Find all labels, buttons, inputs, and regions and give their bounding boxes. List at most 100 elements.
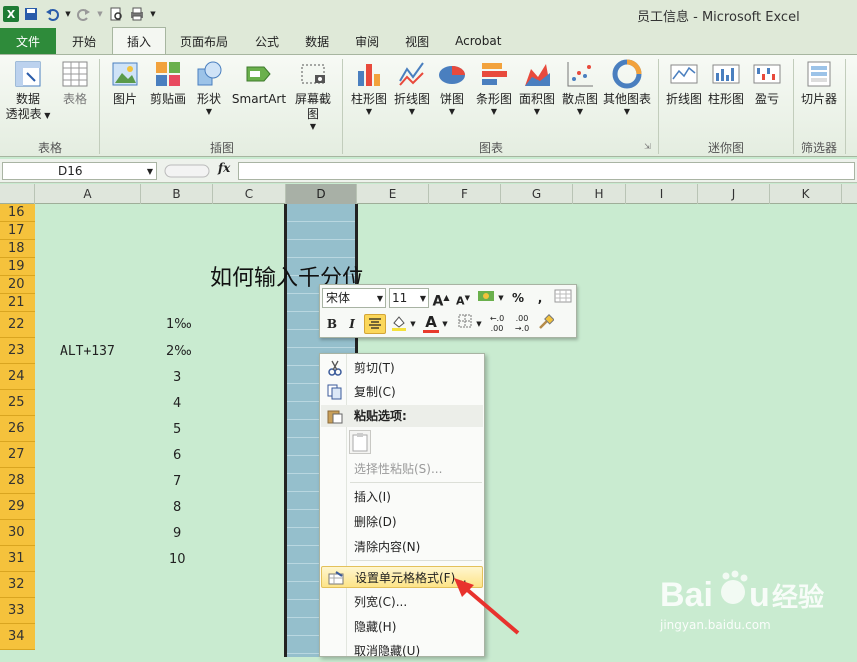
- formula-input[interactable]: [238, 162, 855, 180]
- row-header[interactable]: 33: [0, 598, 35, 624]
- row-header[interactable]: 18: [0, 240, 35, 258]
- cell-b22[interactable]: 1‰: [166, 317, 192, 332]
- picture-button[interactable]: 图片: [108, 59, 142, 107]
- chevron-down-icon[interactable]: ▼: [409, 314, 417, 334]
- column-header-c[interactable]: C: [213, 184, 286, 204]
- pie-chart-button[interactable]: 饼图 ▼: [436, 59, 468, 117]
- name-box[interactable]: D16 ▼: [2, 162, 157, 180]
- slicer-button[interactable]: 切片器: [799, 59, 839, 107]
- table-button[interactable]: 表格: [57, 59, 93, 107]
- row-header[interactable]: 25: [0, 390, 35, 416]
- pivot-table-button[interactable]: 数据 透视表 ▼: [4, 59, 52, 122]
- center-align-button[interactable]: [364, 314, 386, 334]
- tab-formulas[interactable]: 公式: [242, 28, 292, 54]
- tab-view[interactable]: 视图: [392, 28, 442, 54]
- screenshot-button[interactable]: 屏幕截图 ▼: [290, 59, 336, 132]
- column-header-a[interactable]: A: [35, 184, 141, 204]
- percent-style-button[interactable]: %: [510, 288, 526, 308]
- chevron-down-icon[interactable]: ▼: [441, 314, 449, 334]
- undo-dropdown-icon[interactable]: ▼: [64, 5, 72, 23]
- redo-dropdown-icon[interactable]: ▼: [96, 5, 104, 23]
- borders-button[interactable]: [455, 314, 475, 334]
- scatter-chart-button[interactable]: 散点图 ▼: [559, 59, 601, 117]
- row-header[interactable]: 23: [0, 338, 35, 364]
- row-header[interactable]: 19: [0, 258, 35, 276]
- font-color-button[interactable]: A: [421, 312, 441, 333]
- column-header-g[interactable]: G: [501, 184, 573, 204]
- print-icon[interactable]: [128, 5, 146, 23]
- bar-chart-button[interactable]: 条形图 ▼: [473, 59, 515, 117]
- increase-decimal-button[interactable]: ←.0.00: [486, 314, 508, 334]
- sparkline-column-button[interactable]: 柱形图: [706, 59, 746, 107]
- line-chart-button[interactable]: 折线图 ▼: [391, 59, 433, 117]
- row-header[interactable]: 21: [0, 294, 35, 312]
- column-header-h[interactable]: H: [573, 184, 626, 204]
- bold-button[interactable]: B: [323, 314, 341, 334]
- menu-item-clear-contents[interactable]: 清除内容(N): [321, 536, 483, 558]
- clip-art-button[interactable]: 剪贴画: [147, 59, 189, 107]
- cell-b26[interactable]: 5: [173, 422, 181, 437]
- row-header[interactable]: 26: [0, 416, 35, 442]
- column-header-k[interactable]: K: [770, 184, 842, 204]
- comma-style-button[interactable]: ,: [533, 288, 547, 308]
- column-header-e[interactable]: E: [357, 184, 429, 204]
- column-header-d[interactable]: D: [286, 184, 357, 204]
- sparkline-line-button[interactable]: 折线图: [664, 59, 704, 107]
- shrink-font-button[interactable]: A▼: [454, 288, 472, 308]
- column-chart-button[interactable]: 柱形图 ▼: [348, 59, 390, 117]
- insert-function-icon[interactable]: fx: [218, 161, 230, 175]
- row-header[interactable]: 30: [0, 520, 35, 546]
- other-charts-button[interactable]: 其他图表 ▼: [601, 59, 653, 117]
- tab-data[interactable]: 数据: [292, 28, 342, 54]
- cell-b25[interactable]: 4: [173, 396, 181, 411]
- charts-dialog-launcher-icon[interactable]: ⇲: [644, 139, 651, 154]
- decrease-decimal-button[interactable]: .00 →.0: [511, 314, 533, 334]
- smartart-button[interactable]: SmartArt: [230, 59, 288, 107]
- cell-b30[interactable]: 9: [173, 526, 181, 541]
- font-name-select[interactable]: 宋体 ▼: [322, 288, 386, 308]
- italic-button[interactable]: I: [343, 314, 361, 334]
- row-header[interactable]: 34: [0, 624, 35, 650]
- chevron-down-icon[interactable]: ▼: [475, 314, 483, 334]
- select-all-corner[interactable]: [0, 184, 35, 204]
- grow-font-button[interactable]: A▲: [432, 288, 450, 310]
- menu-item-copy[interactable]: 复制(C): [321, 381, 483, 403]
- row-header[interactable]: 17: [0, 222, 35, 240]
- tab-insert[interactable]: 插入: [112, 27, 167, 54]
- row-header[interactable]: 28: [0, 468, 35, 494]
- chevron-down-icon[interactable]: ▼: [497, 288, 505, 308]
- redo-icon[interactable]: [75, 5, 93, 23]
- cell-b23[interactable]: 2‰: [166, 344, 192, 359]
- shapes-button[interactable]: 形状 ▼: [193, 59, 225, 117]
- menu-item-unhide[interactable]: 取消隐藏(U): [321, 640, 483, 662]
- row-header[interactable]: 22: [0, 312, 35, 338]
- row-header[interactable]: 16: [0, 204, 35, 222]
- row-header[interactable]: 24: [0, 364, 35, 390]
- menu-item-insert[interactable]: 插入(I): [321, 486, 483, 508]
- sparkline-winloss-button[interactable]: 盈亏: [750, 59, 784, 107]
- cell-b27[interactable]: 6: [173, 448, 181, 463]
- tab-page-layout[interactable]: 页面布局: [166, 28, 242, 54]
- fill-color-button[interactable]: [389, 314, 409, 334]
- customize-toolbar-icon[interactable]: ▼: [149, 5, 157, 23]
- tab-review[interactable]: 审阅: [342, 28, 392, 54]
- print-preview-icon[interactable]: [107, 5, 125, 23]
- cell-b29[interactable]: 8: [173, 500, 181, 515]
- chevron-down-icon[interactable]: ▼: [147, 164, 153, 180]
- row-header[interactable]: 32: [0, 572, 35, 598]
- menu-item-delete[interactable]: 删除(D): [321, 511, 483, 533]
- row-header[interactable]: 27: [0, 442, 35, 468]
- cell-a23[interactable]: ALT+137: [60, 344, 115, 359]
- font-size-select[interactable]: 11 ▼: [389, 288, 429, 308]
- column-header-f[interactable]: F: [429, 184, 501, 204]
- tab-acrobat[interactable]: Acrobat: [442, 28, 514, 54]
- cell-b28[interactable]: 7: [173, 474, 181, 489]
- column-header-b[interactable]: B: [141, 184, 213, 204]
- column-header-i[interactable]: I: [626, 184, 698, 204]
- row-header[interactable]: 31: [0, 546, 35, 572]
- paste-option-button[interactable]: [349, 430, 371, 454]
- area-chart-button[interactable]: 面积图 ▼: [516, 59, 558, 117]
- format-painter-table-button[interactable]: [553, 288, 573, 308]
- save-icon[interactable]: [22, 5, 40, 23]
- tab-file[interactable]: 文件: [0, 28, 56, 54]
